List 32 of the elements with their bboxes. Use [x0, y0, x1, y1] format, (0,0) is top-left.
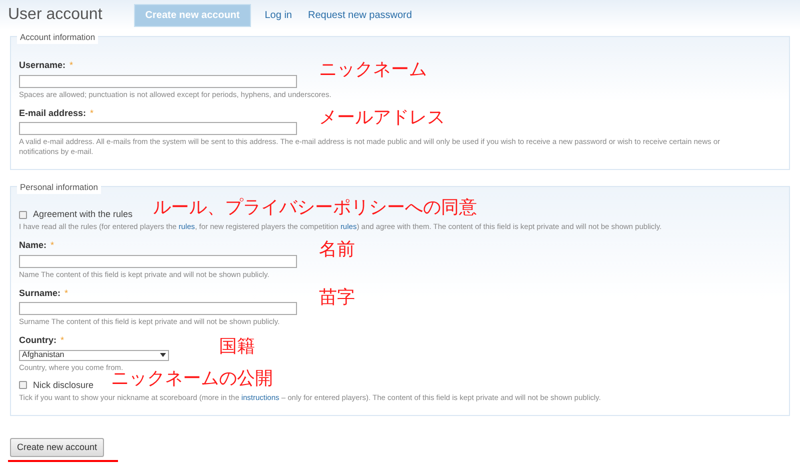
- field-label: Country:: [19, 335, 56, 346]
- fieldset-legend: Personal information: [17, 181, 101, 194]
- text-field[interactable]: [19, 122, 297, 135]
- tab[interactable]: Log in: [262, 4, 294, 26]
- annotation-text: 苗字: [319, 286, 355, 306]
- field-label: E-mail address:: [19, 108, 86, 118]
- text-field[interactable]: [19, 302, 297, 315]
- annotation-text: 国籍: [219, 336, 255, 356]
- checkbox[interactable]: [19, 381, 27, 389]
- annotation-text: ルール、プライバシーポリシーへの同意: [153, 197, 477, 217]
- country-select[interactable]: Afghanistan: [19, 350, 169, 360]
- checkbox-label: Agreement with the rules: [33, 209, 133, 220]
- field-label: Username:: [19, 60, 66, 71]
- dropdown-arrow-icon: [160, 353, 166, 357]
- checkbox[interactable]: [19, 210, 27, 218]
- annotation-text: ニックネーム: [319, 59, 427, 79]
- field-label: Name:: [19, 240, 47, 251]
- annotation-text: 名前: [319, 239, 355, 259]
- text-field[interactable]: [19, 254, 297, 268]
- annotation-text: メールアドレス: [319, 106, 445, 126]
- tab[interactable]: Request new password: [306, 4, 414, 26]
- text-field[interactable]: [19, 74, 297, 88]
- checkbox-label: Nick disclosure: [33, 380, 94, 390]
- required-mark: *: [50, 239, 54, 252]
- fieldset-legend: Account information: [17, 31, 98, 44]
- required-mark: *: [64, 286, 68, 300]
- submit-button[interactable]: Create new account: [10, 438, 104, 457]
- required-mark: *: [70, 59, 74, 72]
- required-mark: *: [60, 334, 64, 347]
- field-label: Surname:: [19, 288, 61, 298]
- required-mark: *: [90, 106, 94, 120]
- page-title: User account: [8, 5, 102, 25]
